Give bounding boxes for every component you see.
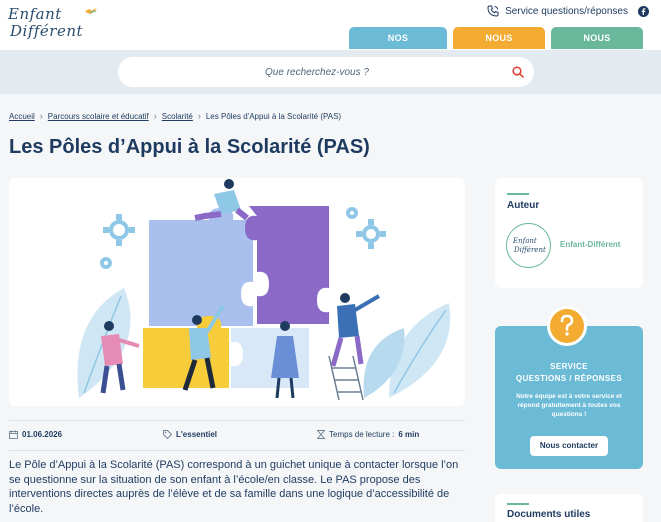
logo-line-1: Enfant	[8, 5, 62, 23]
bird-icon	[85, 8, 97, 14]
article-intro: Le Pôle d’Appui à la Scolarité (PAS) cor…	[9, 459, 459, 515]
chevron-right-icon: ›	[197, 111, 201, 121]
author-logo-line-2: Différent	[514, 246, 546, 254]
main-nav: NOS THÉMATIQUES NOUS CONNAÎTRE NOUS CONT…	[349, 27, 643, 65]
question-badge	[547, 306, 587, 346]
search-icon[interactable]	[512, 66, 524, 78]
author-logo-line-1: Enfant	[513, 237, 537, 245]
site-logo[interactable]: Enfant Différent	[8, 5, 100, 43]
service-title: SERVICE QUESTIONS / RÉPONSES	[495, 361, 643, 385]
author-title: Auteur	[507, 200, 540, 211]
service-title-1: SERVICE	[550, 362, 588, 371]
breadcrumb: Accueil › Parcours scolaire et éducatif …	[9, 111, 341, 121]
service-description: Notre équipe est à votre service et répo…	[516, 393, 622, 418]
service-card: SERVICE QUESTIONS / RÉPONSES Notre équip…	[495, 306, 643, 469]
calendar-icon	[9, 430, 18, 439]
chevron-right-icon: ›	[39, 111, 43, 121]
divider	[9, 450, 465, 451]
breadcrumb-accueil[interactable]: Accueil	[9, 112, 35, 121]
contact-button[interactable]: Nous contacter	[530, 436, 608, 456]
card-accent	[507, 503, 529, 505]
phone-icon	[487, 5, 499, 17]
figure-top	[194, 179, 249, 221]
author-avatar[interactable]: Enfant Différent	[506, 223, 551, 268]
chevron-right-icon: ›	[153, 111, 157, 121]
question-icon	[560, 314, 574, 336]
nav-nous-connaitre[interactable]: NOUS CONNAÎTRE	[453, 27, 545, 65]
docs-title: Documents utiles	[507, 509, 591, 520]
service-link[interactable]: Service questions/réponses	[487, 5, 628, 17]
hourglass-icon	[317, 430, 325, 439]
reading-value: 6 min	[398, 430, 420, 439]
tag-value: L'essentiel	[176, 430, 218, 439]
site-header: Enfant Différent Service questions/répon…	[0, 0, 661, 65]
service-title-2: QUESTIONS / RÉPONSES	[515, 374, 623, 383]
service-link-label: Service questions/réponses	[505, 5, 628, 17]
reading-label: Temps de lecture :	[329, 430, 395, 439]
docs-card: Documents utiles	[495, 494, 643, 522]
search-box	[118, 57, 534, 87]
puzzle-illustration	[77, 179, 451, 401]
hero-illustration	[9, 178, 465, 406]
article-meta: 01.06.2026 L'essentiel Temps de lecture …	[9, 420, 465, 451]
facebook-icon[interactable]	[638, 5, 649, 17]
divider	[9, 420, 465, 421]
article-tag[interactable]: L'essentiel	[163, 430, 217, 439]
top-links: Service questions/réponses	[487, 5, 649, 17]
breadcrumb-scolarite[interactable]: Scolarité	[162, 112, 193, 121]
nav-thematiques[interactable]: NOS THÉMATIQUES	[349, 27, 447, 65]
publish-date: 01.06.2026	[9, 430, 62, 439]
logo-line-2: Différent	[10, 22, 84, 40]
search-input[interactable]	[132, 57, 502, 87]
tag-icon	[163, 430, 172, 439]
author-card: Auteur Enfant Différent Enfant-Différent	[495, 178, 643, 288]
card-accent	[507, 193, 529, 195]
breadcrumb-parcours[interactable]: Parcours scolaire et éducatif	[48, 112, 149, 121]
author-name[interactable]: Enfant-Différent	[560, 240, 620, 249]
date-value: 01.06.2026	[22, 430, 63, 439]
reading-time: Temps de lecture : 6 min	[317, 430, 419, 439]
search-band	[0, 50, 661, 94]
nav-nous-contacter[interactable]: NOUS CONTACTER	[551, 27, 643, 65]
breadcrumb-current: Les Pôles d'Appui à la Scolarité (PAS)	[205, 111, 342, 121]
page-title: Les Pôles d’Appui à la Scolarité (PAS)	[9, 136, 370, 158]
